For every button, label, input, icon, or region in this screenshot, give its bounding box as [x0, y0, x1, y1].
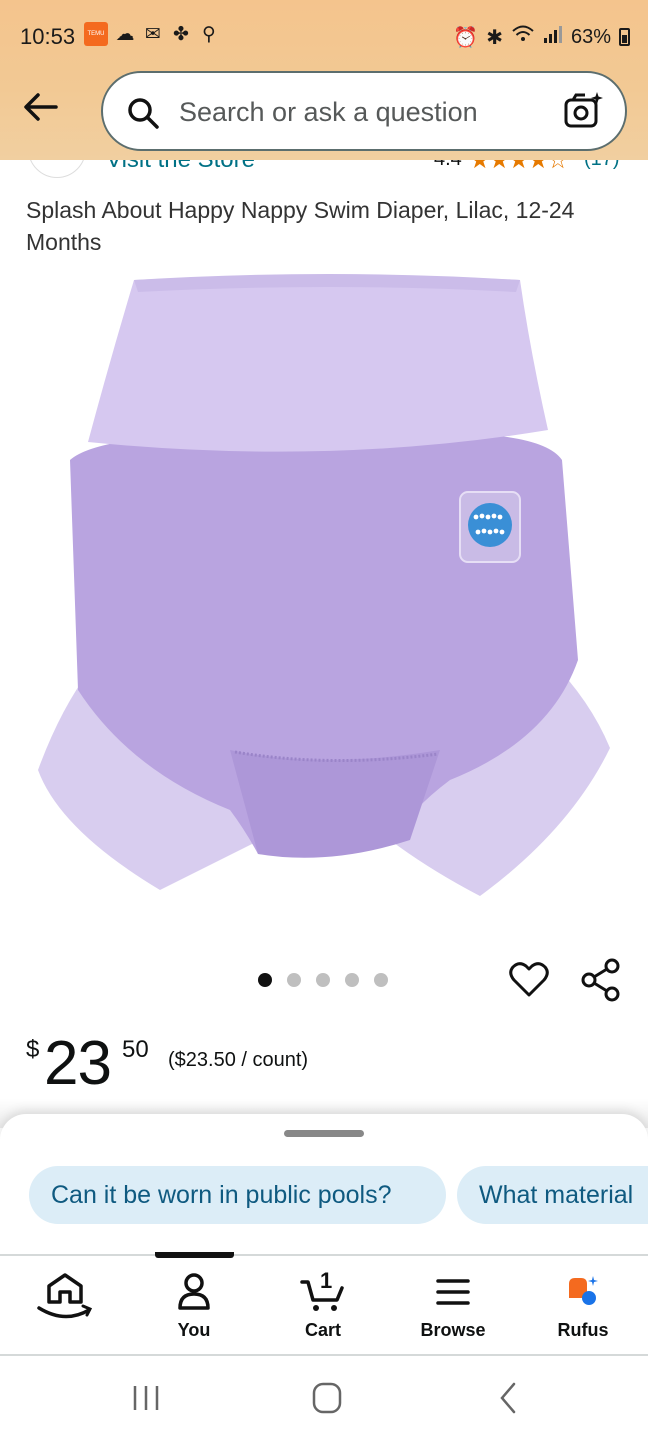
price-currency: $	[26, 1036, 40, 1063]
store-row: Visit the Store 4.4 ★★★★☆ (17)	[0, 160, 648, 188]
bluetooth-icon: ✱	[486, 26, 503, 49]
product-title: Splash About Happy Nappy Swim Diaper, Li…	[26, 197, 575, 255]
status-bar: 10:53 TEMU ☁ ✉ ✤ ⚲ ⏰ ✱ 63%	[0, 0, 648, 68]
suggestion-chip[interactable]: Can it be worn in public pools?	[29, 1166, 446, 1224]
sheet-drag-handle[interactable]	[284, 1130, 364, 1137]
search-icon	[128, 98, 159, 129]
recents-icon[interactable]	[124, 1380, 168, 1416]
carousel-dot[interactable]	[345, 973, 359, 987]
splash-about-logo	[468, 503, 512, 547]
suggestion-chip[interactable]: What material	[457, 1166, 648, 1224]
runner-icon: ⚲	[202, 23, 216, 45]
product-image[interactable]	[30, 270, 618, 910]
nav-label: You	[177, 1320, 211, 1340]
menu-icon	[436, 1279, 470, 1305]
store-logo[interactable]	[28, 160, 86, 178]
back-arrow-icon	[24, 93, 58, 121]
camera-search-icon[interactable]	[561, 89, 605, 133]
carousel-dot[interactable]	[316, 973, 330, 987]
nav-item-cart[interactable]: 1 Cart	[268, 1256, 378, 1356]
person-icon	[178, 1273, 210, 1310]
back-system-icon[interactable]	[486, 1380, 530, 1416]
price-fraction: 50	[122, 1036, 149, 1063]
home-icon	[37, 1273, 93, 1319]
rufus-icon	[569, 1276, 598, 1305]
share-icon[interactable]	[580, 958, 622, 1002]
nav-item-rufus[interactable]: Rufus	[528, 1256, 638, 1356]
battery-icon	[619, 28, 630, 46]
image-carousel-dots[interactable]	[258, 973, 388, 987]
carousel-dot[interactable]	[287, 973, 301, 987]
visit-store-link[interactable]: Visit the Store	[106, 160, 255, 174]
mail-icon: ✉	[145, 23, 161, 45]
fan-icon: ✤	[173, 23, 189, 45]
nav-item-home[interactable]	[10, 1256, 120, 1356]
rating-stars[interactable]: ★★★★☆	[469, 160, 569, 175]
system-nav-bar	[0, 1356, 648, 1440]
battery-percent: 63%	[570, 25, 611, 48]
rating-value: 4.4	[434, 160, 462, 171]
heart-icon[interactable]	[508, 958, 550, 1000]
price-whole: 23	[44, 1029, 112, 1098]
nav-label: Cart	[304, 1320, 341, 1340]
back-button[interactable]	[20, 86, 62, 128]
signal-icon	[543, 25, 563, 49]
rating-count[interactable]: (17)	[584, 160, 620, 171]
nav-item-you[interactable]: You	[139, 1256, 249, 1356]
wifi-icon	[511, 24, 535, 50]
app-header: 10:53 TEMU ☁ ✉ ✤ ⚲ ⏰ ✱ 63% Search or ask…	[0, 0, 648, 160]
status-left-icons: TEMU ☁ ✉ ✤ ⚲	[84, 22, 220, 46]
search-input[interactable]: Search or ask a question	[179, 97, 478, 128]
carousel-dot[interactable]	[258, 973, 272, 987]
home-system-icon[interactable]	[305, 1380, 349, 1416]
nav-label: Browse	[420, 1320, 486, 1340]
carousel-dot[interactable]	[374, 973, 388, 987]
bottom-nav: You 1 Cart Browse Rufus	[0, 1252, 648, 1356]
status-right-icons: ⏰ ✱ 63%	[453, 24, 630, 50]
search-bar[interactable]: Search or ask a question	[101, 71, 627, 151]
cloud-icon: ☁	[115, 23, 135, 45]
suggestions-sheet: Can it be worn in public pools? What mat…	[0, 1114, 648, 1254]
alarm-icon: ⏰	[453, 26, 479, 49]
status-time: 10:53	[20, 24, 76, 49]
temu-icon: TEMU	[84, 22, 108, 46]
cart-count: 1	[320, 1268, 333, 1293]
unit-price: ($23.50 / count)	[168, 1049, 309, 1071]
nav-item-browse[interactable]: Browse	[398, 1256, 508, 1356]
nav-label: Rufus	[557, 1320, 609, 1340]
